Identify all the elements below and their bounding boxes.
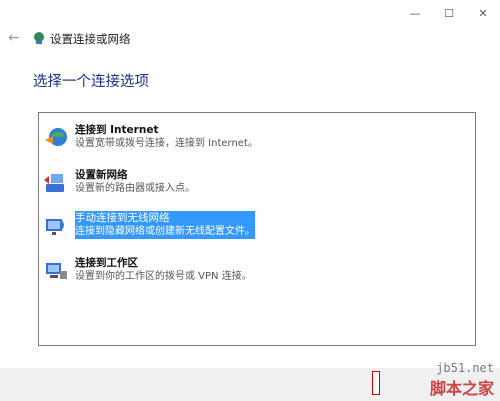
option-connect-workplace[interactable]: 连接到工作区 设置到你的工作区的拨号或 VPN 连接。 bbox=[43, 256, 252, 290]
option-description: 设置新的路由器或接入点。 bbox=[75, 183, 195, 194]
option-title: 连接到 Internet bbox=[75, 124, 159, 136]
option-connect-internet[interactable]: 连接到 Internet 设置宽带或拨号连接，连接到 Internet。 bbox=[43, 123, 258, 157]
maximize-button[interactable]: ☐ bbox=[432, 0, 466, 26]
next-button[interactable] bbox=[372, 371, 380, 395]
workplace-vpn-icon bbox=[46, 263, 67, 279]
button-bar: jb51.net 脚本之家 bbox=[0, 361, 500, 401]
option-manual-wireless[interactable]: 手动连接到无线网络 连接到隐藏网络或创建新无线配置文件。 bbox=[43, 211, 255, 245]
option-description: 设置宽带或拨号连接，连接到 Internet。 bbox=[75, 138, 258, 149]
option-description: 连接到隐藏网络或创建新无线配置文件。 bbox=[75, 225, 255, 239]
network-globe-icon bbox=[34, 32, 44, 44]
minimize-button[interactable]: — bbox=[398, 0, 432, 26]
option-setup-network[interactable]: 设置新网络 设置新的路由器或接入点。 bbox=[43, 168, 195, 202]
wizard-title: 设置连接或网络 bbox=[50, 32, 131, 46]
option-title: 设置新网络 bbox=[75, 169, 128, 181]
option-description: 设置到你的工作区的拨号或 VPN 连接。 bbox=[75, 271, 252, 282]
page-heading: 选择一个连接选项 bbox=[33, 74, 149, 90]
option-title: 手动连接到无线网络 bbox=[75, 211, 255, 225]
router-setup-icon bbox=[44, 174, 64, 192]
watermark: jb51.net 脚本之家 bbox=[430, 361, 494, 399]
wizard-nav: ← 设置连接或网络 bbox=[0, 28, 500, 50]
watermark-url: jb51.net bbox=[436, 361, 494, 375]
back-arrow-icon[interactable]: ← bbox=[8, 30, 20, 46]
close-button[interactable]: ✕ bbox=[466, 0, 500, 26]
globe-connect-icon bbox=[45, 128, 67, 146]
wireless-network-icon bbox=[46, 219, 64, 235]
option-title: 连接到工作区 bbox=[75, 257, 138, 269]
watermark-text: 脚本之家 bbox=[429, 379, 494, 398]
window-controls: — ☐ ✕ bbox=[398, 0, 500, 26]
connection-options-list: 连接到 Internet 设置宽带或拨号连接，连接到 Internet。 设置新… bbox=[38, 112, 476, 346]
